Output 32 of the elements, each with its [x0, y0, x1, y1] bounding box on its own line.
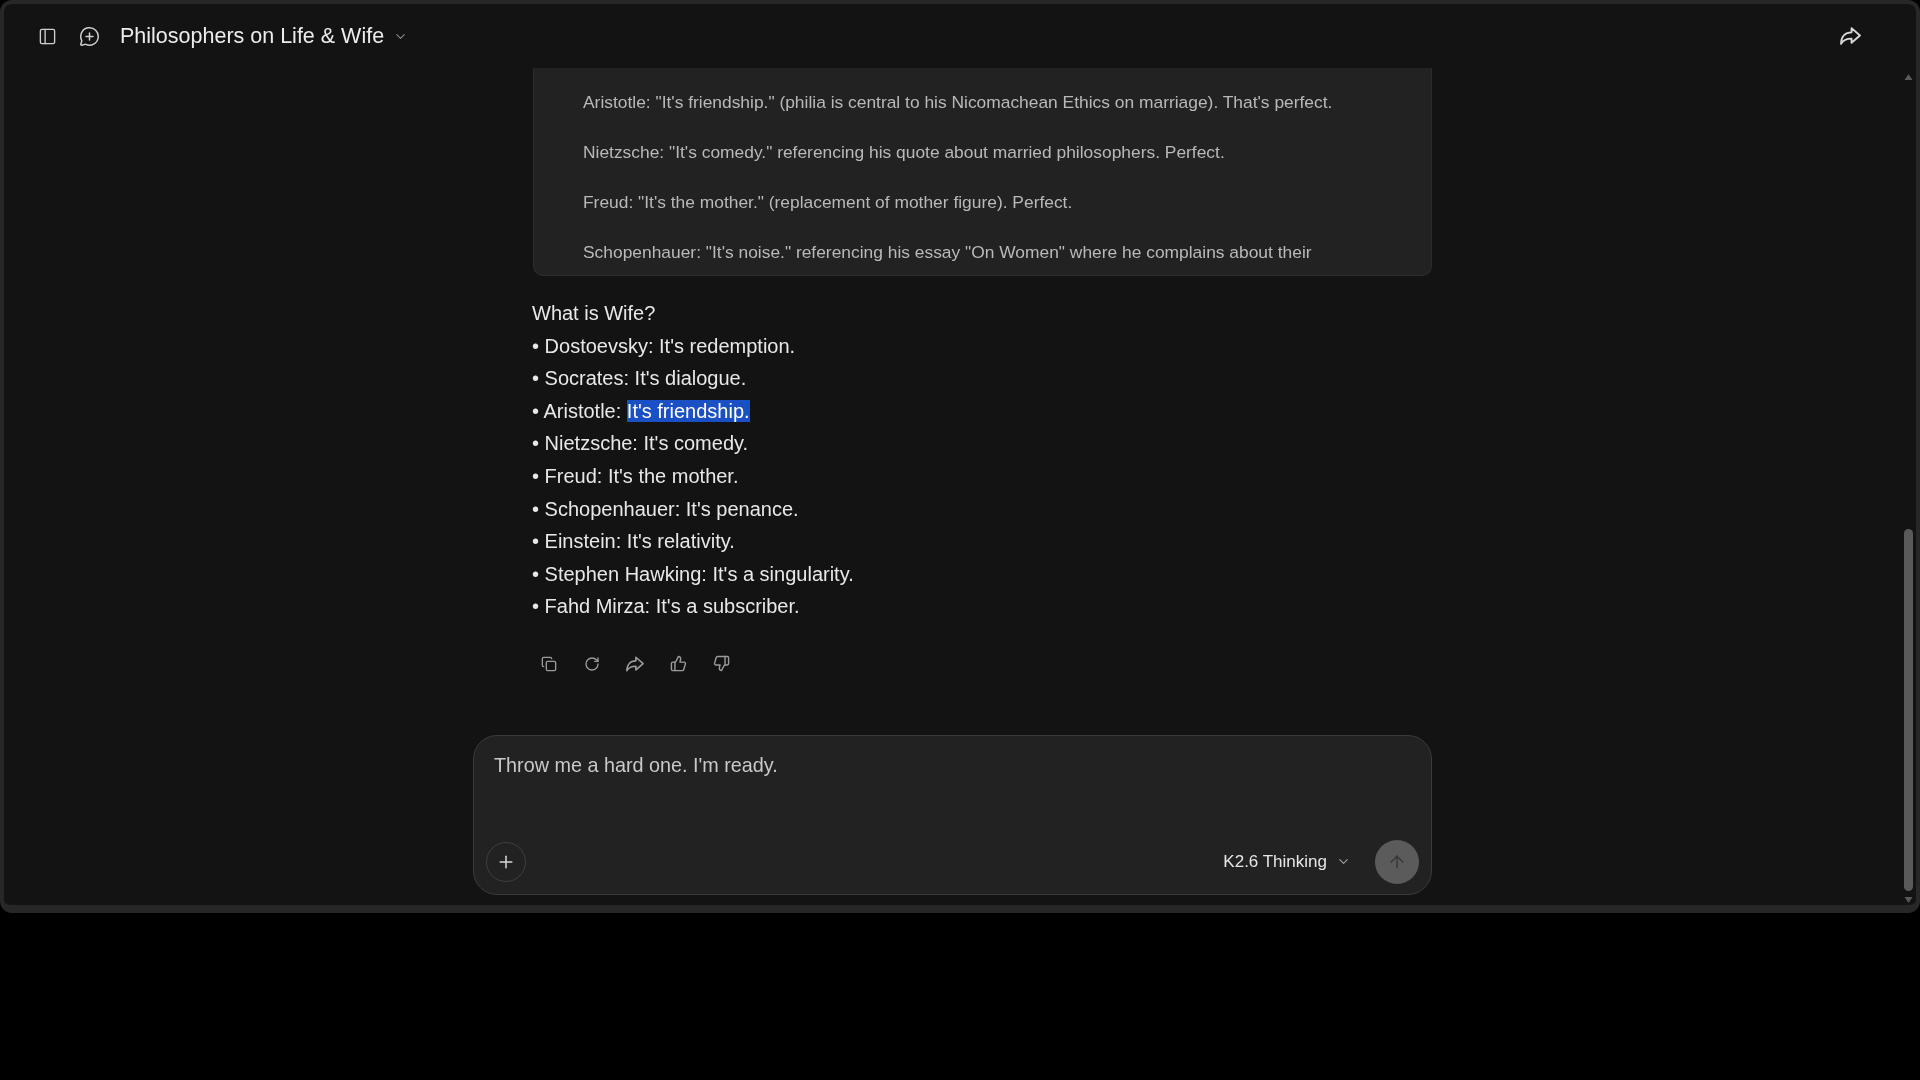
refresh-icon [584, 655, 600, 672]
chat-title-dropdown[interactable]: Philosophers on Life & Wife [120, 19, 409, 53]
thumbs-up-icon [669, 655, 687, 673]
list-item: • Stephen Hawking: It's a singularity. [532, 561, 854, 587]
sidebar-toggle-button[interactable] [37, 26, 57, 46]
composer-panel[interactable]: Throw me a hard one. I'm ready. K2.6 Thinking [473, 734, 1432, 895]
chat-plus-icon [78, 25, 100, 47]
model-selector[interactable]: K2.6 Thinking [1223, 849, 1351, 875]
list-item: • Schopenhauer: It's penance. [532, 496, 799, 522]
answer-heading: What is Wife? [532, 301, 656, 326]
message-input[interactable]: Throw me a hard one. I'm ready. [474, 735, 1431, 840]
reasoning-text: Aristotle: "It's friendship." (philia is central to his Nicomachean Ethics on marriage). That's perfect. [583, 92, 1334, 113]
list-item: • Socrates: It's dialogue. [532, 366, 747, 392]
sidebar-icon [37, 26, 57, 46]
copy-icon [541, 655, 557, 672]
list-item: • Fahd Mirza: It's a subscriber. [532, 594, 800, 620]
scroll-down-icon[interactable] [1903, 897, 1913, 903]
scroll-up-icon[interactable] [1903, 74, 1913, 80]
list-item: • Aristotle: It's friendship. [532, 398, 750, 424]
reasoning-text: Nietzsche: "It's comedy." referencing his quote about married philosophers. Perfect. [583, 142, 1226, 163]
forward-arrow-icon [1839, 27, 1861, 45]
list-item: • Freud: It's the mother. [532, 463, 739, 489]
share-button[interactable] [1838, 24, 1862, 48]
new-chat-button[interactable] [78, 25, 100, 47]
scrollbar-thumb[interactable] [1903, 529, 1913, 891]
list-item: • Einstein: It's relativity. [532, 529, 735, 555]
list-item: • Nietzsche: It's comedy. [532, 431, 749, 457]
reasoning-text: Schopenhauer: "It's noise." referencing his essay "On Women" where he complains about their [583, 242, 1313, 263]
forward-arrow-icon [626, 655, 644, 672]
list-item: • Dostoevsky: It's redemption. [532, 333, 796, 359]
thumbs-down-icon [712, 655, 730, 673]
reasoning-text: Freud: "It's the mother." (replacement of mother figure). Perfect. [583, 192, 1074, 213]
